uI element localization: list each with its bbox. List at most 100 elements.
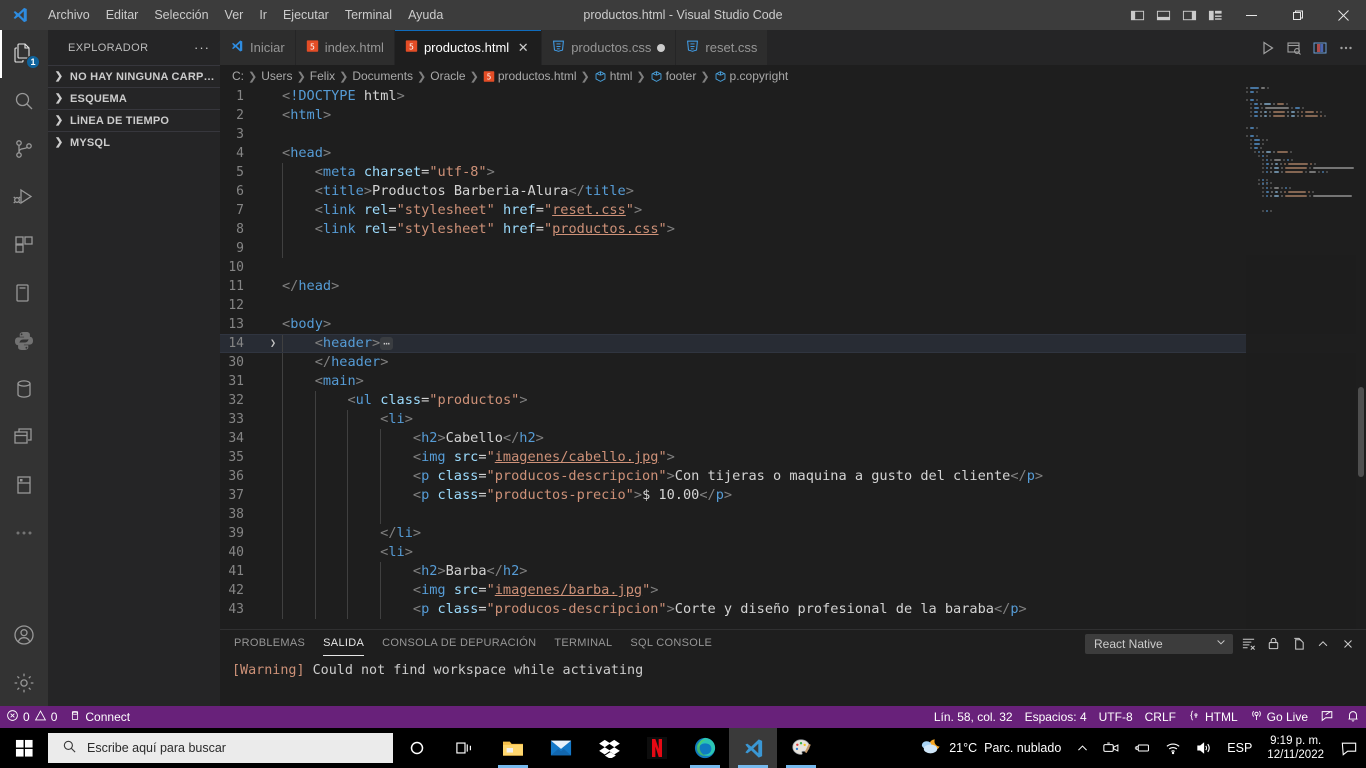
- panel-tab-sql-console[interactable]: SQL CONSOLE: [630, 630, 712, 657]
- activity-extensions[interactable]: [0, 222, 48, 270]
- status-eol[interactable]: CRLF: [1139, 706, 1182, 728]
- panel-tab-consola-de-depuracion[interactable]: CONSOLA DE DEPURACIÓN: [382, 630, 536, 657]
- menu-ejecutar[interactable]: Ejecutar: [275, 0, 337, 30]
- sidebar-item-no-folder[interactable]: ❯ NO HAY NINGUNA CARPE...: [48, 65, 220, 87]
- menu-ir[interactable]: Ir: [251, 0, 275, 30]
- code-editor[interactable]: 1 <!DOCTYPE html> 2 <html> 3 4 <head> 5 <meta ch…: [220, 87, 1366, 639]
- code-line[interactable]: 36 <p class="producos-descripcion">Con ti…: [220, 467, 1366, 486]
- activity-settings[interactable]: [0, 660, 48, 708]
- code-line[interactable]: 30 </header>: [220, 353, 1366, 372]
- tab-index-html[interactable]: 5 index.html: [295, 30, 395, 65]
- activity-explorer[interactable]: 1: [0, 30, 48, 78]
- code-line[interactable]: 10: [220, 258, 1366, 277]
- code-line[interactable]: 1 <!DOCTYPE html>: [220, 87, 1366, 106]
- taskbar-paint[interactable]: [777, 728, 825, 768]
- minimap[interactable]: [1246, 87, 1356, 639]
- code-line[interactable]: 6 <title>Productos Barberia-Alura</title>: [220, 182, 1366, 201]
- menu-editar[interactable]: Editar: [98, 0, 147, 30]
- more-actions-icon[interactable]: ···: [190, 40, 214, 55]
- code-line[interactable]: 43 <p class="producos-descripcion">Corte …: [220, 600, 1366, 619]
- breadcrumb-item[interactable]: Documents: [352, 69, 413, 83]
- tab-productos-css[interactable]: productos.css: [542, 30, 677, 65]
- code-line[interactable]: 39 </li>: [220, 524, 1366, 543]
- code-line[interactable]: 42 <img src="imagenes/barba.jpg">: [220, 581, 1366, 600]
- breadcrumb-item[interactable]: Felix: [310, 69, 335, 83]
- activity-more-actions[interactable]: [0, 510, 48, 558]
- volume-icon[interactable]: [1189, 728, 1220, 768]
- split-editor-button[interactable]: [1308, 36, 1332, 60]
- breadcrumb-item[interactable]: footer: [666, 69, 697, 83]
- code-line[interactable]: 2 <html>: [220, 106, 1366, 125]
- taskbar-microsoft-edge[interactable]: [681, 728, 729, 768]
- panel-tab-salida[interactable]: SALIDA: [323, 630, 365, 657]
- tray-clock[interactable]: 9:19 p. m. 12/11/2022: [1259, 734, 1332, 762]
- sidebar-item-mysql[interactable]: ❯ MYSQL: [48, 131, 220, 153]
- usb-icon[interactable]: [1127, 728, 1158, 768]
- status-problems[interactable]: 0 0: [0, 706, 63, 728]
- panel-layout-left-icon[interactable]: [1124, 0, 1150, 30]
- code-line[interactable]: 9: [220, 239, 1366, 258]
- activity-accounts[interactable]: [0, 612, 48, 660]
- maximize-button[interactable]: [1274, 0, 1320, 30]
- close-panel-button[interactable]: [1338, 634, 1358, 654]
- taskbar-dropbox[interactable]: [585, 728, 633, 768]
- menu-archivo[interactable]: Archivo: [40, 0, 98, 30]
- tray-language[interactable]: ESP: [1220, 728, 1259, 768]
- status-indentation[interactable]: Espacios: 4: [1019, 706, 1093, 728]
- breadcrumb-item[interactable]: html: [610, 69, 633, 83]
- open-preview-button[interactable]: [1282, 36, 1306, 60]
- code-line[interactable]: 11 </head>: [220, 277, 1366, 296]
- close-icon[interactable]: ✕: [515, 40, 531, 56]
- breadcrumb-item[interactable]: productos.html: [498, 69, 577, 83]
- code-line[interactable]: 14 ❯ <header> ⋯: [220, 334, 1366, 353]
- code-line[interactable]: 34 <h2>Cabello</h2>: [220, 429, 1366, 448]
- status-go-live[interactable]: Go Live: [1244, 706, 1314, 728]
- status-mysql-connect[interactable]: Connect: [63, 706, 136, 728]
- code-line[interactable]: 8 <link rel="stylesheet" href="productos.…: [220, 220, 1366, 239]
- output-channel-select[interactable]: React Native: [1085, 633, 1233, 654]
- status-notifications[interactable]: [1340, 706, 1366, 728]
- code-line[interactable]: 41 <h2>Barba</h2>: [220, 562, 1366, 581]
- maximize-panel-button[interactable]: [1313, 634, 1333, 654]
- code-line[interactable]: 38: [220, 505, 1366, 524]
- chevron-right-icon[interactable]: ❯: [266, 334, 280, 353]
- status-encoding[interactable]: UTF-8: [1093, 706, 1139, 728]
- menu-ver[interactable]: Ver: [217, 0, 252, 30]
- activity-python[interactable]: [0, 318, 48, 366]
- customize-layout-icon[interactable]: [1202, 0, 1228, 30]
- code-line[interactable]: 3: [220, 125, 1366, 144]
- code-line[interactable]: 5 <meta charset="utf-8">: [220, 163, 1366, 182]
- editor-scrollbar[interactable]: [1356, 87, 1366, 639]
- status-feedback[interactable]: [1314, 706, 1340, 728]
- activity-search[interactable]: [0, 78, 48, 126]
- breadcrumb-item[interactable]: Oracle: [430, 69, 465, 83]
- tab-reset-css[interactable]: reset.css: [676, 30, 769, 65]
- breadcrumb-item[interactable]: C:: [232, 69, 244, 83]
- code-line[interactable]: 40 <li>: [220, 543, 1366, 562]
- status-language-mode[interactable]: HTML: [1182, 706, 1244, 728]
- tray-weather[interactable]: 21°C Parc. nublado: [905, 737, 1069, 760]
- status-cursor-position[interactable]: Lín. 58, col. 32: [928, 706, 1019, 728]
- activity-live-preview[interactable]: [0, 462, 48, 510]
- notification-icon[interactable]: [1332, 728, 1366, 768]
- taskbar-cortana[interactable]: [393, 728, 441, 768]
- open-in-editor-button[interactable]: [1288, 634, 1308, 654]
- lock-button[interactable]: [1263, 634, 1283, 654]
- code-line[interactable]: 12: [220, 296, 1366, 315]
- code-line[interactable]: 32 <ul class="productos">: [220, 391, 1366, 410]
- tab-productos-html[interactable]: 5 productos.html ✕: [394, 30, 543, 65]
- scrollbar-thumb[interactable]: [1358, 387, 1364, 477]
- taskbar-task-view[interactable]: [441, 728, 489, 768]
- sidebar-item-linea-de-tiempo[interactable]: ❯ LÍNEA DE TIEMPO: [48, 109, 220, 131]
- editor-more-actions-button[interactable]: [1334, 36, 1358, 60]
- taskbar-mail[interactable]: [537, 728, 585, 768]
- activity-run-debug[interactable]: [0, 174, 48, 222]
- panel-tab-terminal[interactable]: TERMINAL: [554, 630, 612, 657]
- taskbar-netflix[interactable]: [633, 728, 681, 768]
- panel-layout-bottom-icon[interactable]: [1150, 0, 1176, 30]
- sidebar-item-esquema[interactable]: ❯ ESQUEMA: [48, 87, 220, 109]
- taskbar-visual-studio-code[interactable]: [729, 728, 777, 768]
- unsaved-indicator[interactable]: [657, 43, 666, 52]
- code-line[interactable]: 7 <link rel="stylesheet" href="reset.css"…: [220, 201, 1366, 220]
- menu-ayuda[interactable]: Ayuda: [400, 0, 451, 30]
